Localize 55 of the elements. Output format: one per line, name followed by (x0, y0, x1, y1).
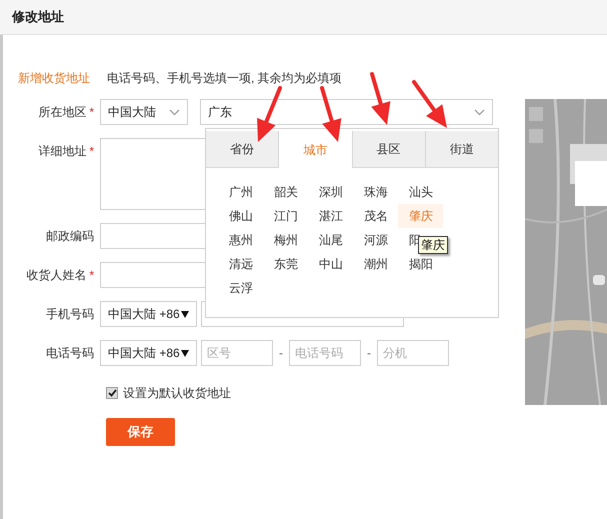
city-option[interactable]: 茂名 (353, 204, 398, 228)
city-option[interactable]: 惠州 (218, 228, 263, 252)
city-option[interactable]: 深圳 (308, 180, 353, 204)
field-label: 详细地址 (38, 143, 86, 160)
field-label: 收货人姓名 (26, 267, 86, 284)
city-option[interactable]: 中山 (308, 252, 353, 276)
city-option[interactable]: 清远 (218, 252, 263, 276)
required-mark: * (89, 104, 94, 121)
chevron-down-icon (169, 108, 180, 116)
field-label: 手机号码 (46, 306, 94, 323)
city-option[interactable]: 江门 (263, 204, 308, 228)
city-option[interactable]: 韶关 (263, 180, 308, 204)
field-label: 邮政编码 (46, 228, 94, 245)
required-mark: * (89, 143, 94, 160)
city-option[interactable]: 汕头 (398, 180, 443, 204)
input-field[interactable]: 区号 (201, 340, 273, 366)
field-label: 电话号码 (46, 345, 94, 362)
city-option[interactable]: 珠海 (353, 180, 398, 204)
hint-text: 电话号码、手机号选填一项, 其余均为必填项 (107, 70, 342, 87)
caret-down-icon (181, 350, 189, 356)
separator: - (367, 345, 371, 362)
tooltip: 肇庆 (418, 236, 448, 254)
country-code-select[interactable]: 中国大陆 +86 (100, 301, 197, 327)
page-title: 修改地址 (12, 8, 64, 26)
city-option[interactable]: 佛山 (218, 204, 263, 228)
city-option[interactable]: 东莞 (263, 252, 308, 276)
checkbox[interactable] (106, 387, 118, 399)
tab[interactable]: 县区 (352, 131, 426, 168)
city-option[interactable]: 湛江 (308, 204, 353, 228)
tab[interactable]: 省份 (206, 131, 280, 168)
required-mark: * (89, 267, 94, 284)
tab[interactable]: 街道 (426, 131, 498, 168)
country-select[interactable]: 中国大陆 (100, 99, 188, 125)
arrow-icon (320, 86, 342, 142)
city-option[interactable]: 河源 (353, 228, 398, 252)
check-icon (108, 389, 116, 397)
section-label: 新增收货地址 (18, 70, 91, 87)
city-option[interactable]: 梅州 (263, 228, 308, 252)
arrow-icon (412, 80, 447, 128)
separator: - (279, 345, 283, 362)
chevron-down-icon (474, 108, 485, 116)
input-field[interactable]: 分机 (377, 340, 449, 366)
arrow-icon (370, 72, 390, 125)
country-code-select[interactable]: 中国大陆 +86 (100, 340, 197, 366)
city-option[interactable]: 潮州 (353, 252, 398, 276)
caret-down-icon (181, 310, 189, 318)
city-option[interactable]: 揭阳 (398, 252, 443, 276)
city-option[interactable]: 广州 (218, 180, 263, 204)
field-label: 所在地区 (38, 104, 86, 121)
city-option[interactable]: 汕尾 (308, 228, 353, 252)
input-field[interactable]: 电话号码 (289, 340, 361, 366)
city-option[interactable]: 云浮 (218, 276, 263, 300)
checkbox-label: 设置为默认收货地址 (123, 385, 231, 402)
arrow-icon (257, 86, 282, 142)
save-button[interactable]: 保存 (106, 418, 175, 446)
